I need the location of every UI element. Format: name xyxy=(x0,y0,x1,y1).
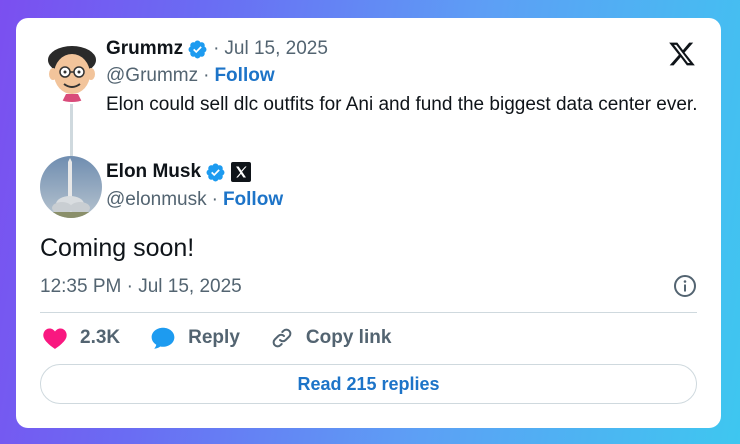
elonmusk-avatar[interactable] xyxy=(40,156,102,218)
author-name[interactable]: Grummz xyxy=(106,38,183,60)
rocket-avatar-icon xyxy=(40,156,102,218)
reply-label: Reply xyxy=(188,327,240,348)
main-tweet-subheader: @elonmusk · Follow xyxy=(106,189,283,211)
tweet-card: Grummz · Jul 15, 2025 @Grummz · Follow E… xyxy=(16,18,721,428)
separator-dot: · xyxy=(213,38,220,59)
divider xyxy=(40,312,697,313)
author-name[interactable]: Elon Musk xyxy=(106,161,201,183)
main-tweet-text: Coming soon! xyxy=(40,234,195,262)
thread-line xyxy=(70,104,73,156)
tweet-timestamp[interactable]: 12:35 PM · Jul 15, 2025 xyxy=(40,276,242,298)
cartoon-avatar-icon xyxy=(40,38,104,102)
copy-link-button[interactable]: Copy link xyxy=(270,326,392,350)
quoted-tweet-subheader: @Grummz · Follow xyxy=(106,65,275,87)
copy-link-label: Copy link xyxy=(305,327,392,348)
link-icon xyxy=(272,328,292,348)
follow-button[interactable]: Follow xyxy=(214,65,274,87)
author-handle[interactable]: @Grummz xyxy=(106,65,198,87)
like-button[interactable]: 2.3K xyxy=(42,326,120,350)
follow-button[interactable]: Follow xyxy=(223,189,283,211)
action-bar: 2.3K Reply Copy link xyxy=(42,326,421,350)
quoted-tweet-header: Grummz · Jul 15, 2025 xyxy=(106,38,328,60)
reply-bubble-icon xyxy=(151,327,175,349)
separator-dot: · xyxy=(211,189,218,210)
like-count: 2.3K xyxy=(80,327,121,348)
heart-icon xyxy=(43,328,67,349)
read-replies-button[interactable]: Read 215 replies xyxy=(40,364,697,404)
quoted-tweet-text: Elon could sell dlc outfits for Ani and … xyxy=(106,94,698,115)
separator-dot: · xyxy=(203,65,210,86)
x-affiliate-badge-icon xyxy=(231,162,252,182)
verified-badge-icon xyxy=(206,163,225,181)
grummz-avatar[interactable] xyxy=(40,38,104,102)
author-handle[interactable]: @elonmusk xyxy=(106,189,207,211)
main-tweet-header: Elon Musk xyxy=(106,161,252,183)
reply-button[interactable]: Reply xyxy=(150,326,240,350)
verified-badge-icon xyxy=(188,40,207,58)
x-logo-icon[interactable] xyxy=(667,40,697,68)
info-icon[interactable] xyxy=(673,274,697,298)
tweet-date[interactable]: Jul 15, 2025 xyxy=(224,38,328,60)
